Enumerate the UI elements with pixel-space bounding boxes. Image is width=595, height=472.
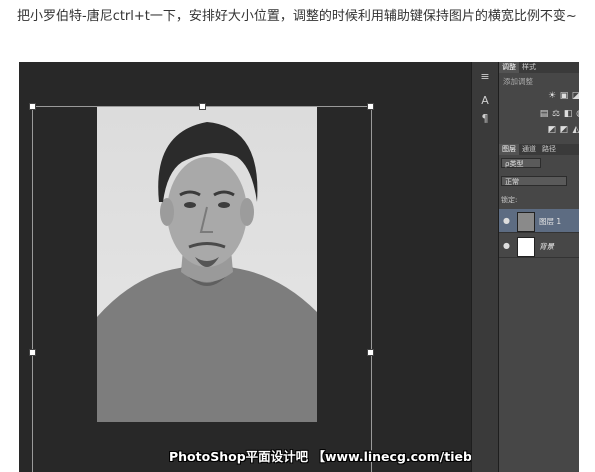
invert-icon[interactable]: ◩ xyxy=(547,126,557,135)
posterize-icon[interactable]: ◩ xyxy=(559,126,569,135)
tab-paths[interactable]: 路径 xyxy=(539,144,559,155)
brightness-icon[interactable]: ☀ xyxy=(547,92,557,101)
add-adjustment-label: 添加调整 xyxy=(503,77,533,86)
threshold-icon[interactable]: ◭ xyxy=(571,126,579,135)
layer-name: 背景 xyxy=(539,242,554,251)
layer-row-layer-1[interactable]: ● 图层 1 xyxy=(499,209,579,233)
photo-filter-icon[interactable]: ◍ xyxy=(575,110,579,119)
transform-handle-top[interactable] xyxy=(199,103,206,110)
black-white-icon[interactable]: ◧ xyxy=(563,110,573,119)
layers-tabbar: 图层 通道 路径 xyxy=(499,144,579,155)
properties-icon[interactable]: ≡ xyxy=(477,70,493,84)
transform-handle-top-left[interactable] xyxy=(29,103,36,110)
transform-handle-top-right[interactable] xyxy=(367,103,374,110)
paragraph-icon[interactable]: ¶ xyxy=(477,112,493,126)
layer-row-background[interactable]: ● 背景 xyxy=(499,234,579,258)
vibrance-icon[interactable]: ▤ xyxy=(539,110,549,119)
photoshop-screenshot: PhotoShop平面设计吧 【www.linecg.com/tieba/178… xyxy=(19,62,579,472)
layer-thumbnail xyxy=(517,237,535,257)
layer-name: 图层 1 xyxy=(539,217,562,226)
tab-styles[interactable]: 样式 xyxy=(519,62,539,73)
layer-thumbnail xyxy=(517,212,535,232)
transform-handle-left[interactable] xyxy=(29,349,36,356)
adjustments-tabbar: 调整 样式 xyxy=(499,62,579,73)
levels-icon[interactable]: ▣ xyxy=(559,92,569,101)
transform-handle-right[interactable] xyxy=(367,349,374,356)
post-caption: 把小罗伯特-唐尼ctrl+t一下，安排好大小位置，调整的时候利用辅助键保持图片的… xyxy=(17,9,577,24)
tab-adjustments[interactable]: 调整 xyxy=(499,62,519,73)
blend-mode-select[interactable]: 正常 xyxy=(501,176,567,186)
tab-layers[interactable]: 图层 xyxy=(499,144,519,155)
tab-channels[interactable]: 通道 xyxy=(519,144,539,155)
visibility-eye-icon[interactable]: ● xyxy=(503,241,510,250)
character-icon[interactable]: A xyxy=(477,94,493,108)
visibility-eye-icon[interactable]: ● xyxy=(503,216,510,225)
panel-tool-strip: ≡ A ¶ xyxy=(471,62,499,472)
lock-label: 锁定: xyxy=(501,196,518,204)
right-panels: 调整样式 添加调整 ☀ ▣ ◪ ▤ ⚖ ◧ ◍ ◩ ◩ ◭ 图层通道路径 ρ类型… xyxy=(499,62,579,472)
curves-icon[interactable]: ◪ xyxy=(571,92,579,101)
color-balance-icon[interactable]: ⚖ xyxy=(551,110,561,119)
document-canvas[interactable]: PhotoShop平面设计吧 【www.linecg.com/tieba/178… xyxy=(19,62,532,472)
free-transform-bounding-box[interactable] xyxy=(29,103,374,472)
layer-kind-filter[interactable]: ρ类型 xyxy=(501,158,541,168)
